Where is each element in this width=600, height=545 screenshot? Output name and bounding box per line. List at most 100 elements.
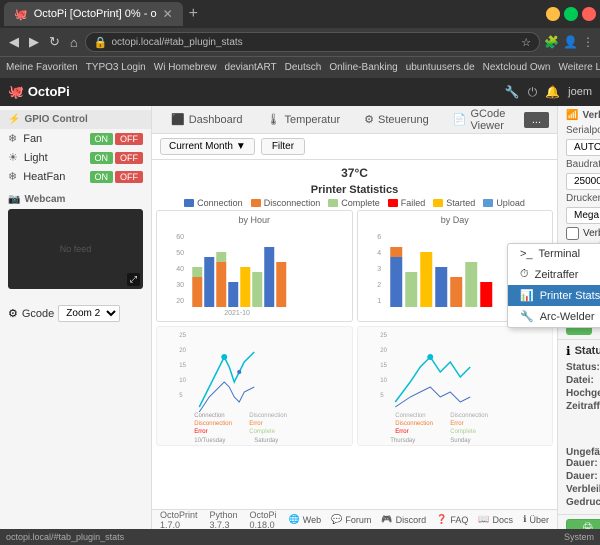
tab-dashboard[interactable]: ⬛ Dashboard [160,109,254,130]
webcam-placeholder: No feed [60,244,92,254]
reload-btn[interactable]: ↻ [46,34,63,50]
tab-gcode-viewer[interactable]: 📄 GCode Viewer [442,106,522,136]
checkbox-save-input[interactable] [566,227,579,240]
svg-text:5: 5 [179,393,183,399]
zoom-select[interactable]: Zoom 1 Zoom 2 Zoom 3 Zoom 4 [58,305,120,322]
bookmark-ubuntu[interactable]: ubuntuusers.de [406,62,475,73]
scatter-right-svg: 25 20 15 10 5 Thursday Sunday [358,327,553,446]
forward-btn[interactable]: ▶ [26,34,42,50]
close-btn[interactable] [582,7,596,21]
serial-select-row: AUTO ▼ [566,139,592,156]
svg-text:20: 20 [179,348,186,354]
dropdown-zeitraffer[interactable]: ⏱ Zeitraffer [508,264,600,285]
webcam-preview[interactable]: No feed ⤢ [8,209,143,289]
legend-dot-disconnection [251,199,261,207]
gpio-icon: ⚡ [8,114,20,125]
bookmark-homebrew[interactable]: Wi Homebrew [154,62,217,73]
bookmark-more[interactable]: Weitere Lesezeichen [558,62,600,73]
profile-row: Druckerprofil [566,193,592,204]
heatfan-off-btn[interactable]: OFF [115,171,143,183]
dropdown-printer-stats[interactable]: 📊 Printer Stats [508,285,600,306]
profile-select[interactable]: Mega S [566,207,600,224]
printer-btn[interactable]: 🖨 Drucker [566,519,600,529]
light-on-btn[interactable]: ON [90,152,114,164]
svg-text:15: 15 [179,363,186,369]
fan-toggle[interactable]: ON OFF [90,133,144,145]
tab-temperatur[interactable]: 🌡 Temperatur [256,109,352,130]
footer-discord[interactable]: 🎮 Discord [381,514,426,525]
lock-icon: 🔒 [94,36,108,49]
period-select-btn[interactable]: Current Month ▼ [160,138,255,155]
footer-docs[interactable]: 📖 Docs [478,514,513,525]
stats-icon: 📊 [520,289,534,302]
toolbar: Current Month ▼ Filter [152,134,557,160]
status-header: ℹ Status [566,344,592,358]
fan-on-btn[interactable]: ON [90,133,114,145]
baud-select[interactable]: 250000 [566,173,600,190]
sidebar-item-fan[interactable]: ❄ Fan ON OFF [0,129,151,148]
heatfan-on-btn[interactable]: ON [90,171,114,183]
scatter-left-svg: 25 20 15 10 5 10/Tuesday S [157,327,352,446]
svg-text:40: 40 [176,266,184,273]
bookmark-deutsch[interactable]: Deutsch [285,62,322,73]
dropdown-arc-welder[interactable]: 🔧 Arc-Welder [508,306,600,327]
account-btn[interactable]: 👤 [563,35,578,49]
tab-more-btn[interactable]: ... [524,112,549,128]
main-content: ⬛ Dashboard 🌡 Temperatur ⚙ Steuerung 📄 G… [152,106,557,529]
svg-text:Disconnection: Disconnection [249,413,287,419]
tab-steuerung[interactable]: ⚙ Steuerung [353,109,440,130]
status-row-zeitraffer: Zeitraffer: Nach Zeit (10 Sek) [566,401,592,445]
bookmark-banking[interactable]: Online-Banking [329,62,397,73]
webcam-expand-btn[interactable]: ⤢ [127,273,140,286]
home-btn[interactable]: ⌂ [67,35,81,50]
maximize-btn[interactable] [564,7,578,21]
power-icon[interactable]: ⏻ [528,85,538,100]
filter-btn[interactable]: Filter [261,138,305,155]
fan-off-btn[interactable]: OFF [115,133,143,145]
sidebar-item-heatfan[interactable]: ❄ HeatFan ON OFF [0,167,151,186]
bookmark-typo3[interactable]: TYPO3 Login [86,62,146,73]
sidebar-item-light[interactable]: ☀ Light ON OFF [0,148,151,167]
gcode-section: ⚙ Gcode Zoom 1 Zoom 2 Zoom 3 Zoom 4 [0,301,151,326]
bookmark-meine[interactable]: Meine Favoriten [6,62,78,73]
svg-text:Saturday: Saturday [254,438,278,444]
bookmark-nextcloud[interactable]: Nextcloud Own [483,62,551,73]
baud-row: Baudrate [566,159,592,170]
footer-python: Python 3.7.3 [210,510,238,530]
footer-faq[interactable]: ❓ FAQ [436,514,468,525]
minimize-btn[interactable] [546,7,560,21]
settings-icon[interactable]: 🔧 [505,85,520,99]
bell-icon[interactable]: 🔔 [545,85,560,99]
footer-forum[interactable]: 💬 Forum [331,514,371,525]
legend-started: Started [433,198,475,208]
heatfan-toggle[interactable]: ON OFF [90,171,144,183]
chevron-down-icon: ▼ [236,141,246,152]
status-key-datei: Datei: [566,375,594,386]
extensions-btn[interactable]: 🧩 [544,35,559,49]
footer-uber[interactable]: ℹ Über [523,514,549,525]
header-user[interactable]: joem [568,86,592,98]
svg-text:20: 20 [380,348,387,354]
status-row-status: Status: Offline [566,362,592,373]
svg-text:Complete: Complete [450,429,476,435]
charts-grid: by Hour 60 50 40 30 20 [156,210,553,322]
svg-text:10: 10 [380,378,387,384]
address-bar[interactable]: 🔒 octopi.local/#tab_plugin_stats ☆ [85,32,540,52]
bookmark-deviantart[interactable]: deviantART [225,62,277,73]
status-row-verbleibend: Verbleibend: - [566,484,592,495]
menu-btn[interactable]: ⋮ [582,35,594,49]
legend-complete: Complete [328,198,380,208]
back-btn[interactable]: ◀ [6,34,22,50]
tab-close-btn[interactable]: ✕ [163,7,173,21]
dropdown-terminal[interactable]: >_ Terminal [508,244,600,264]
footer-web[interactable]: 🌐 Web [289,514,322,525]
new-tab-button[interactable]: + [183,5,204,23]
svg-text:60: 60 [176,234,184,241]
light-off-btn[interactable]: OFF [115,152,143,164]
active-tab[interactable]: 🐙 OctoPi [OctoPrint] 0% - o ✕ [4,2,183,26]
serial-select[interactable]: AUTO [566,139,600,156]
light-toggle[interactable]: ON OFF [90,152,144,164]
scatter-chart-left: 25 20 15 10 5 10/Tuesday S [156,326,353,446]
svg-text:Error: Error [249,421,262,427]
gcode-icon: ⚙ [8,307,18,320]
